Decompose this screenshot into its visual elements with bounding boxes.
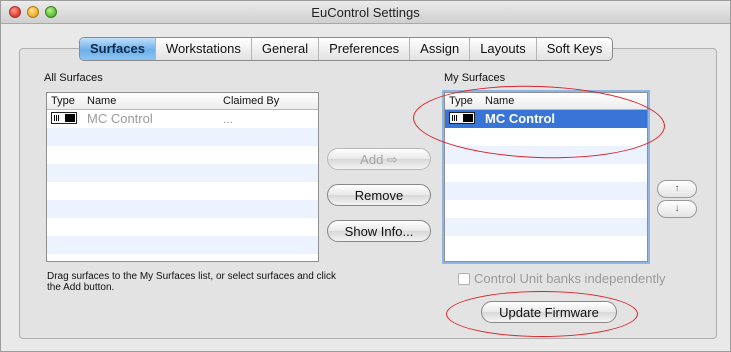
empty-row <box>47 236 318 254</box>
window-title: EuControl Settings <box>311 5 420 20</box>
tab-preferences[interactable]: Preferences <box>319 38 411 60</box>
empty-row <box>47 164 318 182</box>
tab-soft-keys[interactable]: Soft Keys <box>537 38 613 60</box>
empty-row <box>445 236 647 254</box>
control-unit-banks-checkbox[interactable] <box>458 273 470 285</box>
tab-assign[interactable]: Assign <box>410 38 471 60</box>
all-surfaces-header: Type Name Claimed By <box>47 93 318 110</box>
arrow-down-icon: ↓ <box>674 203 680 214</box>
update-firmware-button[interactable]: Update Firmware <box>481 301 617 323</box>
list-item[interactable]: MC Control ... <box>47 110 318 128</box>
my-surfaces-label: My Surfaces <box>444 72 506 84</box>
empty-row <box>445 128 647 146</box>
empty-row <box>47 182 318 200</box>
column-name[interactable]: Name <box>485 95 514 107</box>
column-type[interactable]: Type <box>51 95 75 107</box>
mc-control-device-icon <box>51 112 77 124</box>
settings-window: EuControl Settings Surfaces Workstations… <box>0 0 731 352</box>
my-surfaces-list[interactable]: Type Name MC Control <box>444 92 648 262</box>
remove-button[interactable]: Remove <box>327 184 431 206</box>
all-surfaces-list[interactable]: Type Name Claimed By MC Control ... <box>46 92 319 262</box>
empty-row <box>445 200 647 218</box>
column-claimed-by[interactable]: Claimed By <box>223 95 279 107</box>
empty-row <box>445 182 647 200</box>
tab-workstations[interactable]: Workstations <box>156 38 252 60</box>
mc-control-device-icon <box>449 112 475 124</box>
instructions-text: Drag surfaces to the My Surfaces list, o… <box>47 271 336 293</box>
column-name[interactable]: Name <box>87 95 116 107</box>
move-up-button[interactable]: ↑ <box>657 180 697 198</box>
tab-bar: Surfaces Workstations General Preference… <box>79 37 614 61</box>
control-unit-banks-option[interactable]: Control Unit banks independently <box>458 271 666 286</box>
all-surfaces-label: All Surfaces <box>44 72 103 84</box>
tab-layouts[interactable]: Layouts <box>470 38 537 60</box>
move-down-button[interactable]: ↓ <box>657 200 697 218</box>
empty-row <box>47 200 318 218</box>
claimed-by-value: ... <box>223 112 234 126</box>
title-bar[interactable]: EuControl Settings <box>1 1 730 24</box>
empty-row <box>47 128 318 146</box>
empty-row <box>47 146 318 164</box>
column-type[interactable]: Type <box>449 95 473 107</box>
tab-surfaces[interactable]: Surfaces <box>80 38 156 60</box>
surface-name: MC Control <box>87 111 153 126</box>
my-surfaces-header: Type Name <box>445 93 647 110</box>
checkbox-label: Control Unit banks independently <box>474 271 666 286</box>
add-button[interactable]: Add ⇨ <box>327 148 431 170</box>
empty-row <box>445 218 647 236</box>
empty-row <box>445 164 647 182</box>
tab-general[interactable]: General <box>252 38 320 60</box>
list-item-selected[interactable]: MC Control <box>445 110 647 128</box>
surface-name: MC Control <box>485 111 556 126</box>
empty-row <box>47 218 318 236</box>
empty-row <box>445 146 647 164</box>
arrow-up-icon: ↑ <box>674 183 680 194</box>
show-info-button[interactable]: Show Info... <box>327 220 431 242</box>
